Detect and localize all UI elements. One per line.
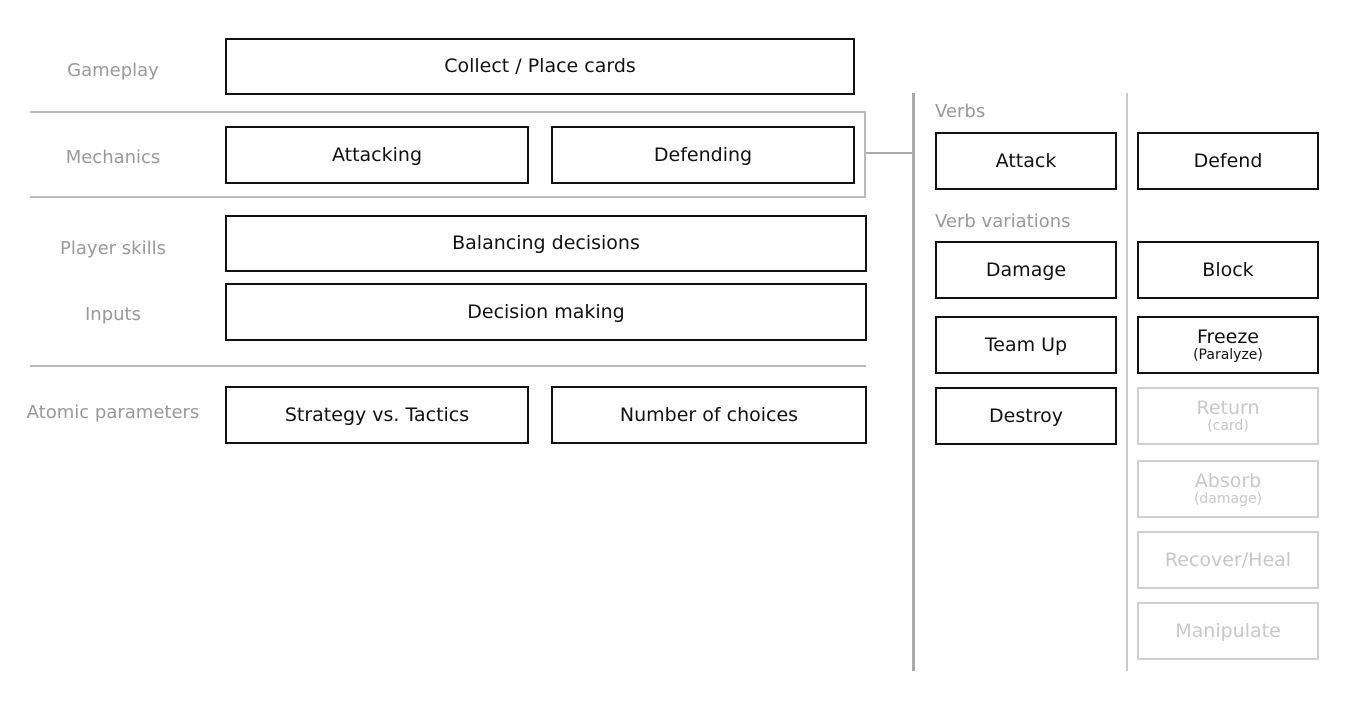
box-attacking: Attacking xyxy=(225,126,529,184)
verb-label: Return xyxy=(1196,396,1260,419)
verb-label: Damage xyxy=(985,258,1067,281)
verb-label: Defend xyxy=(1193,149,1263,172)
vertical-divider xyxy=(912,93,915,671)
label-verb-variations: Verb variations xyxy=(935,211,1071,232)
verb-label: Absorb xyxy=(1194,469,1262,492)
verb-box-team-up: Team Up xyxy=(935,316,1117,374)
box-number-of-choices: Number of choices xyxy=(551,386,867,444)
verb-label: Freeze xyxy=(1197,325,1259,348)
verb-box-recover-heal: Recover/Heal xyxy=(1137,531,1319,589)
label-verbs: Verbs xyxy=(935,101,986,122)
verb-sublabel: (Paralyze) xyxy=(1193,346,1263,363)
label-player-skills: Player skills xyxy=(60,238,166,259)
verb-label: Recover/Heal xyxy=(1164,548,1292,571)
label-inputs: Inputs xyxy=(85,304,141,325)
box-decision-making: Decision making xyxy=(225,283,867,341)
verb-sublabel: (card) xyxy=(1207,417,1249,434)
box-balancing-decisions: Balancing decisions xyxy=(225,215,867,272)
verb-label: Manipulate xyxy=(1175,619,1281,642)
connector-line xyxy=(866,152,914,154)
divider xyxy=(864,111,866,198)
verb-box-damage: Damage xyxy=(935,241,1117,299)
divider xyxy=(30,111,866,113)
label-gameplay: Gameplay xyxy=(67,60,159,81)
verb-label: Block xyxy=(1202,258,1254,281)
box-defending: Defending xyxy=(551,126,855,184)
box-strategy-vs-tactics: Strategy vs. Tactics xyxy=(225,386,529,444)
label-atomic-parameters: Atomic parameters xyxy=(26,402,200,423)
box-collect-place-cards: Collect / Place cards xyxy=(225,38,855,95)
verb-label: Team Up xyxy=(984,333,1068,356)
verb-box-destroy: Destroy xyxy=(935,387,1117,445)
verb-box-block: Block xyxy=(1137,241,1319,299)
divider xyxy=(30,196,866,198)
verb-box-attack: Attack xyxy=(935,132,1117,190)
label-mechanics: Mechanics xyxy=(65,147,161,168)
verb-box-manipulate: Manipulate xyxy=(1137,602,1319,660)
verb-box-return: Return (card) xyxy=(1137,387,1319,445)
divider xyxy=(30,365,866,367)
verb-label: Attack xyxy=(995,149,1057,172)
vertical-divider xyxy=(1126,93,1128,671)
verb-label: Destroy xyxy=(989,404,1063,427)
verb-box-absorb: Absorb (damage) xyxy=(1137,460,1319,518)
verb-box-defend: Defend xyxy=(1137,132,1319,190)
verb-box-freeze: Freeze (Paralyze) xyxy=(1137,316,1319,374)
verb-sublabel: (damage) xyxy=(1193,490,1263,507)
